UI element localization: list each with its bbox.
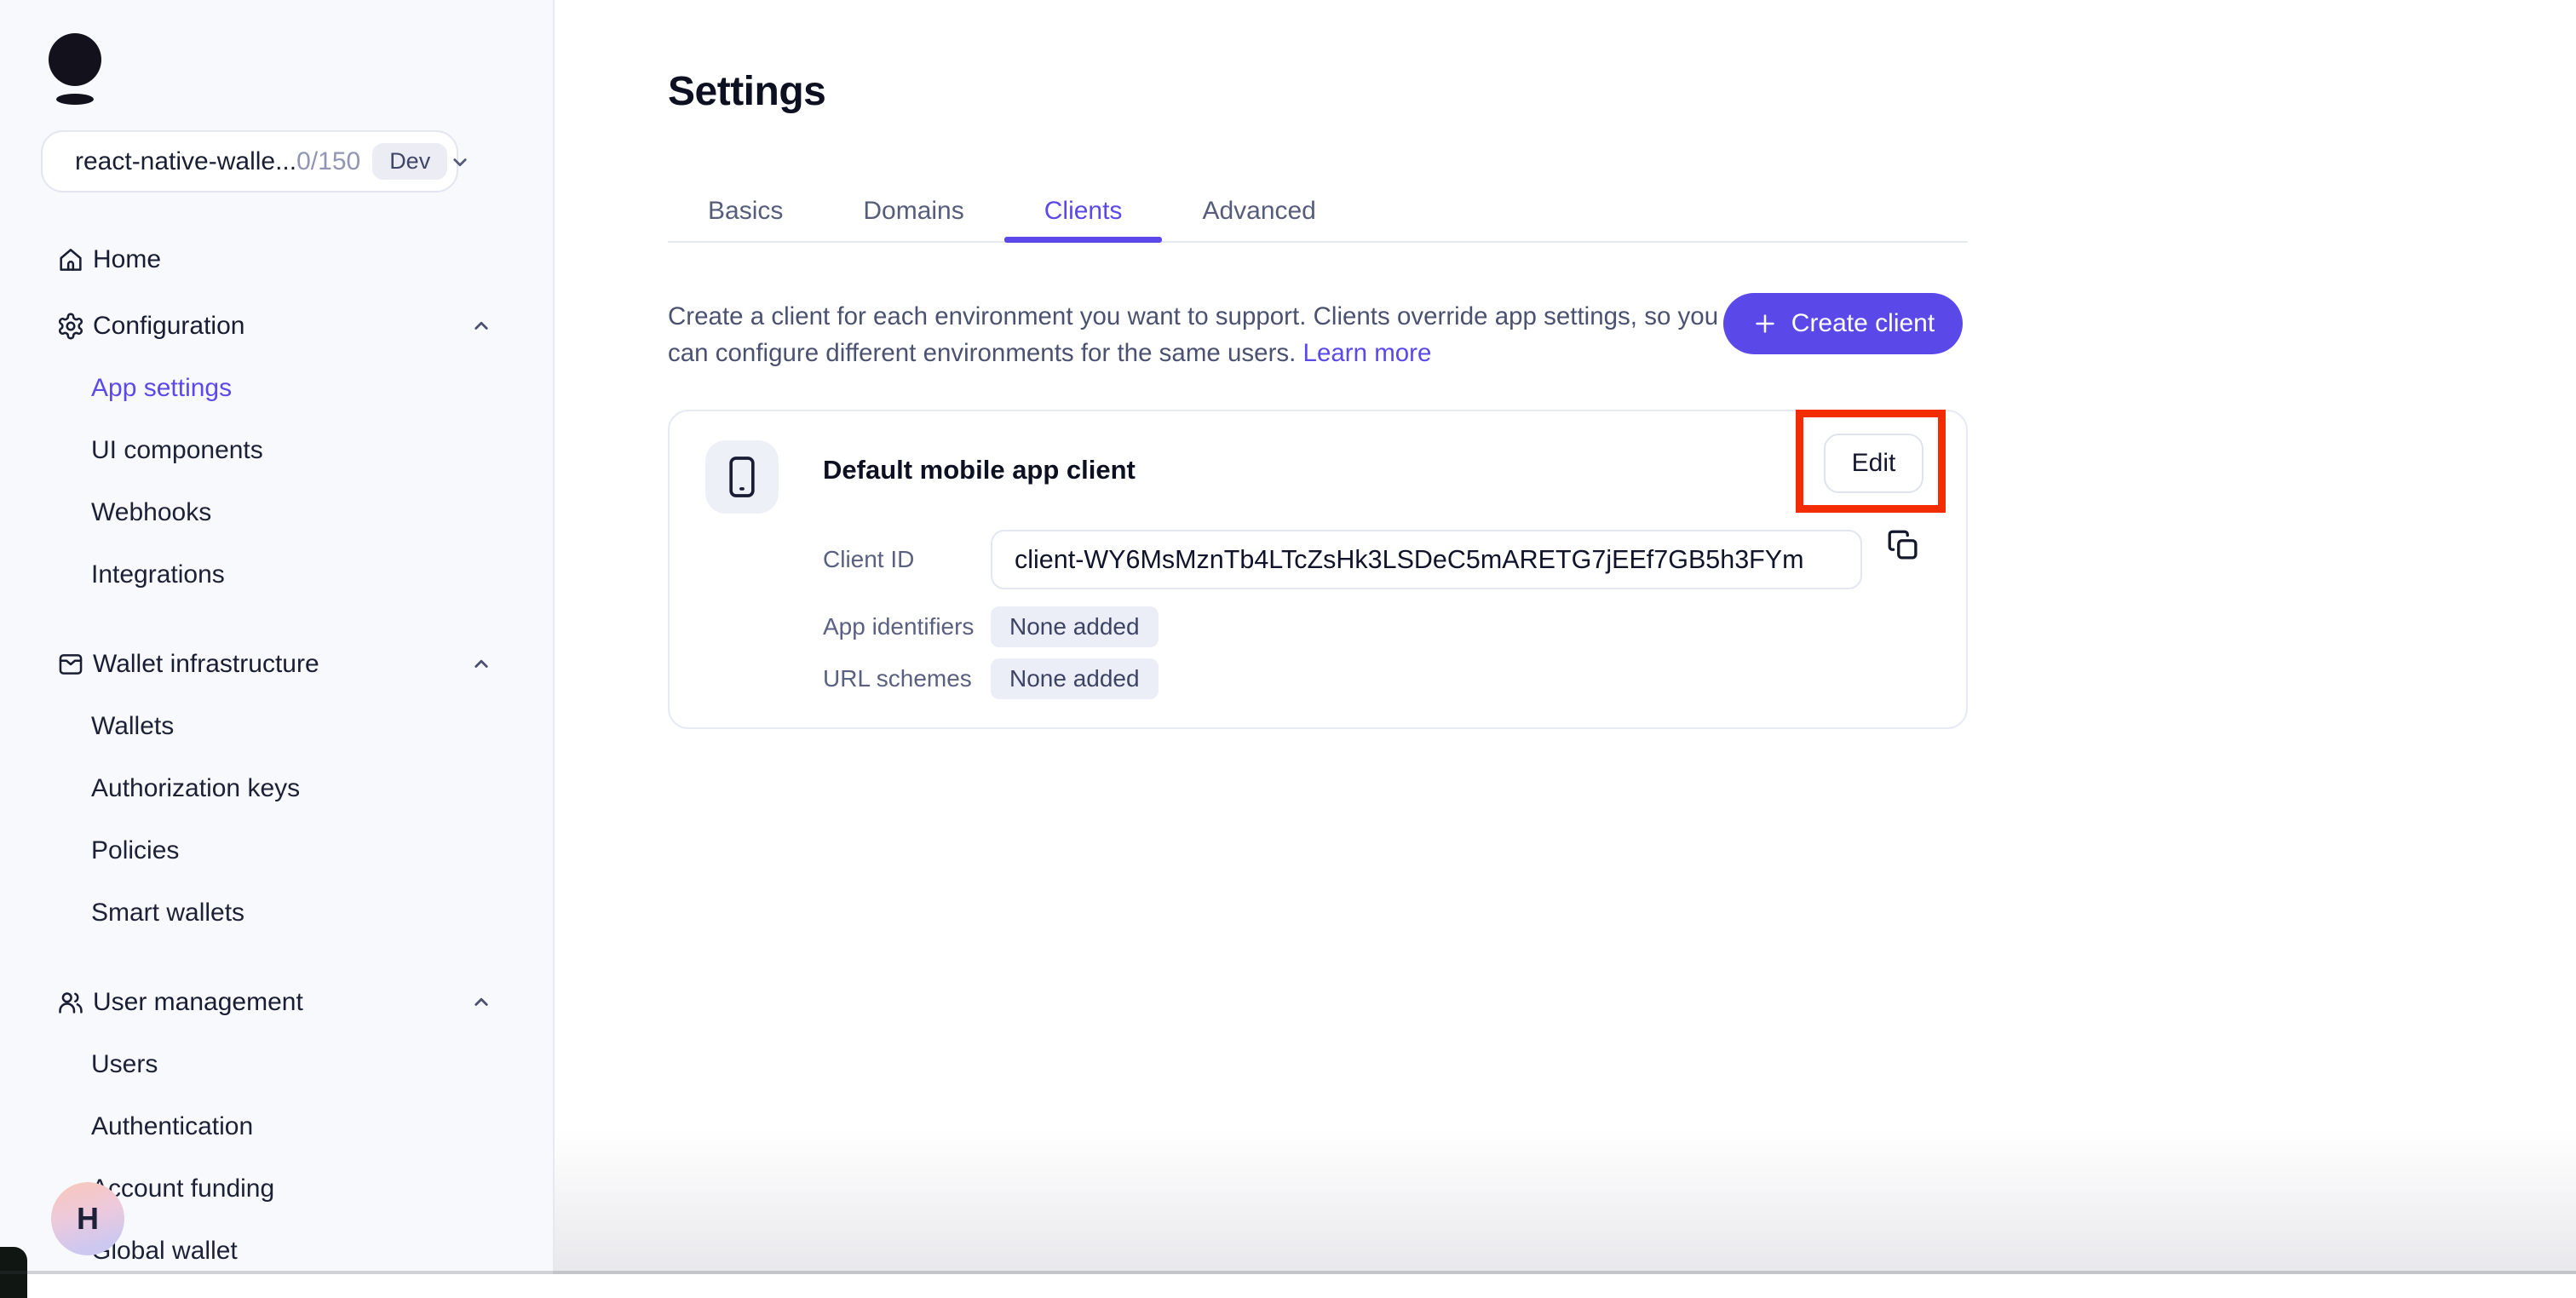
sidebar-item-wallets[interactable]: Wallets (0, 695, 553, 757)
bottom-gradient (555, 1129, 2576, 1274)
tab-clients[interactable]: Clients (1004, 181, 1163, 241)
url-schemes-value-badge: None added (991, 658, 1159, 699)
tab-basics[interactable]: Basics (668, 181, 823, 241)
client-id-label: Client ID (823, 546, 991, 573)
copy-client-id-button[interactable] (1882, 524, 1924, 566)
sidebar-group-label: User management (93, 988, 303, 1017)
environment-badge: Dev (372, 143, 447, 180)
app-identifiers-value-badge: None added (991, 606, 1159, 647)
project-usage-count: 0/150 (296, 147, 360, 176)
sidebar-item-webhooks[interactable]: Webhooks (0, 481, 553, 543)
sidebar-group-label: Wallet infrastructure (93, 650, 319, 679)
user-avatar[interactable]: H (51, 1182, 124, 1255)
sidebar-item-label: Webhooks (91, 498, 211, 527)
sidebar-item-label: Users (91, 1050, 158, 1079)
project-name: react-native-walle... (75, 147, 296, 176)
chevron-up-icon (469, 652, 494, 677)
sidebar-group-user-management[interactable]: User management (0, 971, 553, 1033)
sidebar-group-configuration[interactable]: Configuration (0, 295, 553, 357)
sidebar-item-ui-components[interactable]: UI components (0, 419, 553, 481)
sidebar-item-app-settings[interactable]: App settings (0, 357, 553, 419)
app-identifiers-label: App identifiers (823, 613, 991, 640)
client-type-icon-box (705, 440, 779, 514)
page-title: Settings (668, 68, 825, 115)
logo-shadow-icon (56, 94, 94, 105)
clients-description-text: Create a client for each environment you… (668, 302, 1718, 367)
edit-button[interactable]: Edit (1824, 434, 1923, 493)
home-icon (55, 245, 86, 274)
sidebar-item-policies[interactable]: Policies (0, 819, 553, 882)
sidebar-item-authentication[interactable]: Authentication (0, 1095, 553, 1157)
corner-widget (0, 1247, 27, 1298)
sidebar: react-native-walle... 0/150 Dev Home Con… (0, 0, 555, 1274)
sidebar-item-integrations[interactable]: Integrations (0, 543, 553, 606)
sidebar-group-wallet-infrastructure[interactable]: Wallet infrastructure (0, 633, 553, 695)
settings-tabs: Basics Domains Clients Advanced (668, 181, 1968, 243)
client-card-title: Default mobile app client (823, 455, 1136, 485)
avatar-initial: H (77, 1201, 99, 1237)
sidebar-item-label: Authentication (91, 1112, 253, 1141)
sidebar-item-label: Wallets (91, 712, 174, 741)
plus-icon (1751, 310, 1779, 337)
client-id-input[interactable] (991, 530, 1862, 589)
project-selector[interactable]: react-native-walle... 0/150 Dev (41, 130, 458, 192)
client-card: Default mobile app client Edit Client ID… (668, 410, 1968, 729)
sidebar-nav: Home Configuration App settings UI compo… (0, 228, 553, 1282)
client-id-row: Client ID (823, 530, 1862, 589)
sidebar-item-label: Policies (91, 836, 179, 865)
sidebar-item-label: UI components (91, 436, 263, 465)
url-schemes-label: URL schemes (823, 665, 991, 692)
main-content: Settings Basics Domains Clients Advanced… (555, 0, 2576, 1274)
sidebar-group-label: Configuration (93, 312, 244, 341)
create-client-button[interactable]: Create client (1723, 293, 1963, 354)
chevron-down-icon (447, 149, 473, 175)
client-fields: Client ID App identifiers None added URL… (823, 530, 1862, 699)
sidebar-item-authorization-keys[interactable]: Authorization keys (0, 757, 553, 819)
tab-domains[interactable]: Domains (823, 181, 1003, 241)
logo-ball-icon (49, 33, 101, 86)
privy-logo (49, 33, 101, 105)
gear-icon (55, 312, 86, 341)
sidebar-item-label: Authorization keys (91, 774, 300, 803)
sidebar-item-smart-wallets[interactable]: Smart wallets (0, 882, 553, 944)
wallet-icon (55, 650, 86, 679)
sidebar-item-label: Home (93, 245, 161, 274)
sidebar-item-label: Integrations (91, 560, 225, 589)
sidebar-item-label: App settings (91, 374, 232, 403)
clients-description: Create a client for each environment you… (668, 298, 1728, 371)
app-identifiers-row: App identifiers None added (823, 606, 1862, 647)
chevron-up-icon (469, 990, 494, 1015)
sidebar-item-users[interactable]: Users (0, 1033, 553, 1095)
tab-advanced[interactable]: Advanced (1162, 181, 1355, 241)
smartphone-icon (723, 453, 761, 501)
learn-more-link[interactable]: Learn more (1303, 339, 1432, 367)
url-schemes-row: URL schemes None added (823, 658, 1862, 699)
sidebar-item-home[interactable]: Home (0, 228, 553, 290)
create-client-label: Create client (1791, 309, 1935, 338)
sidebar-item-label: Smart wallets (91, 899, 244, 928)
users-icon (55, 988, 86, 1017)
chevron-up-icon (469, 313, 494, 339)
copy-icon (1885, 527, 1921, 563)
